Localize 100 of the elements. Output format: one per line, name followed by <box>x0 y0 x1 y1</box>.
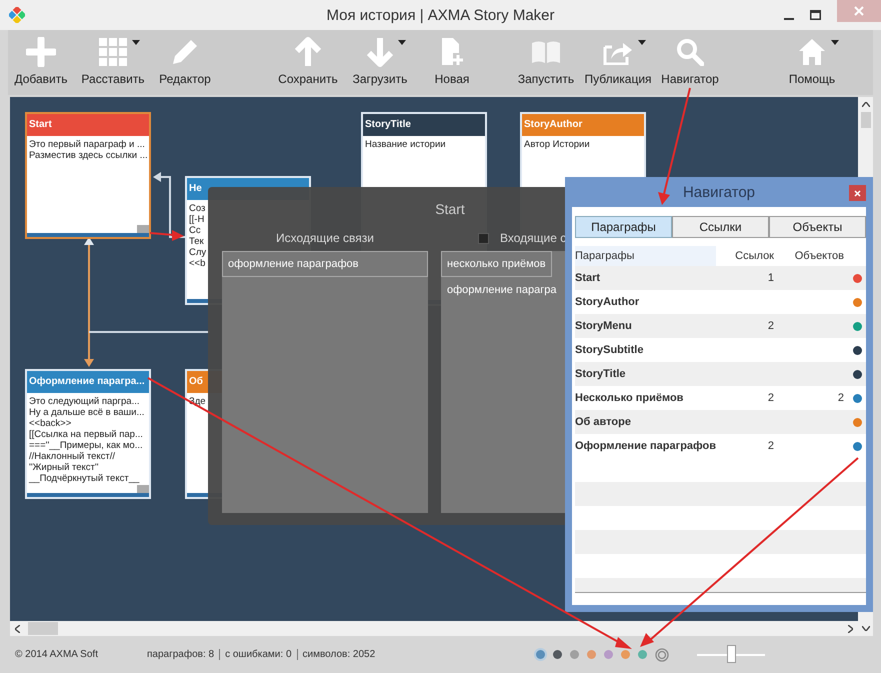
card-text-line: Это первый параграф и ... <box>29 139 145 150</box>
navigator-tab[interactable]: Параграфы <box>575 216 672 238</box>
paragraph-row[interactable]: Несколько приёмов 2 2 <box>575 386 866 410</box>
navigator-title: Навигатор <box>682 184 756 200</box>
grid-icon <box>99 38 127 66</box>
card-text-line: ===''__Примеры, как мо... <box>29 440 143 451</box>
down-arrow-icon <box>367 37 393 67</box>
toolbar-button[interactable]: Помощь <box>776 30 848 95</box>
paragraph-name: StoryMenu <box>575 320 633 332</box>
close-icon <box>854 190 861 196</box>
up-arrow-icon <box>295 37 321 67</box>
color-filter-dot[interactable] <box>587 650 596 659</box>
card-text-line: <<b <box>189 258 206 269</box>
statistics-text: символов: 2052 <box>296 649 380 660</box>
scroll-up-icon[interactable] <box>862 102 870 107</box>
search-icon <box>676 38 704 66</box>
toolbar-button[interactable]: Навигатор <box>654 30 726 95</box>
ring-icon[interactable] <box>655 648 670 662</box>
paragraph-row[interactable]: Оформление параграфов 2 <box>575 434 866 458</box>
toolbar-button[interactable]: Новая <box>416 30 488 95</box>
paragraph-row[interactable]: StoryTitle <box>575 362 866 386</box>
links-count: 1 <box>768 272 774 284</box>
square-icon <box>478 232 489 244</box>
paragraph-row[interactable]: StoryAuthor <box>575 290 866 314</box>
house-icon <box>798 38 826 66</box>
card-text-line: Тек <box>189 236 204 247</box>
paragraph-row[interactable]: Об авторе <box>575 410 866 434</box>
link-list-item[interactable]: оформление параграфов <box>222 251 428 277</box>
link-list-item[interactable]: оформление парагра <box>441 277 562 303</box>
paragraph-name: Несколько приёмов <box>575 392 684 404</box>
card-title: StoryTitle <box>363 114 485 136</box>
toolbar-button[interactable]: Добавить <box>5 30 77 95</box>
book-icon <box>531 40 561 64</box>
resize-handle[interactable] <box>137 485 149 493</box>
statistics-text: параграфов: 8 <box>147 649 216 660</box>
card-title: StoryAuthor <box>522 114 644 136</box>
toolbar-button[interactable]: Расставить <box>77 30 149 95</box>
color-filter-dot[interactable] <box>604 650 614 659</box>
connector <box>153 172 185 238</box>
paragraph-name: StoryAuthor <box>575 296 640 308</box>
new-document-icon <box>440 37 464 67</box>
color-filter-dot[interactable] <box>570 650 580 659</box>
scroll-down-icon[interactable] <box>862 626 870 631</box>
card-text-line: [[Ссылка на первый пар... <box>29 429 143 440</box>
objects-count: 2 <box>838 392 844 404</box>
card-text-line: __Подчёркнутый текст__ <box>29 473 140 484</box>
links-count: 2 <box>768 440 774 452</box>
card-text-line: <<back>> <box>29 418 72 429</box>
card-text-line: Автор Истории <box>524 139 590 150</box>
paragraph-row[interactable]: Start 1 <box>575 266 866 290</box>
paragraph-name: Об авторе <box>575 416 632 428</box>
paragraph-row[interactable]: StoryMenu 2 <box>575 314 866 338</box>
resize-handle[interactable] <box>137 225 149 233</box>
color-filter-dot[interactable] <box>621 650 630 659</box>
column-header[interactable]: Параграфы <box>575 246 716 266</box>
scrollbar-thumb[interactable] <box>28 622 58 635</box>
scroll-right-icon[interactable] <box>848 624 853 632</box>
card-text-line: //Наклонный текст// <box>29 451 116 462</box>
column-header[interactable]: Объектов <box>778 250 848 262</box>
navigator-tab[interactable]: Ссылки <box>672 216 769 238</box>
horizontal-scrollbar[interactable] <box>10 621 858 636</box>
toolbar-button[interactable]: Сохранить <box>272 30 344 95</box>
toolbar-button[interactable]: Публикация <box>582 30 654 95</box>
color-filter-dot[interactable] <box>536 650 546 659</box>
statistics-text: с ошибками: 0 <box>219 649 297 660</box>
column-header[interactable]: Ссылок <box>722 250 778 262</box>
links-count: 2 <box>768 320 774 332</box>
toolbar-button[interactable]: Загрузить <box>344 30 416 95</box>
zoom-slider-thumb[interactable] <box>727 644 736 662</box>
navigator-tab[interactable]: Объекты <box>769 216 866 238</box>
card-text-line: Слу <box>189 247 206 258</box>
card-text-line: Сс <box>189 225 201 236</box>
paragraph-name: StorySubtitle <box>575 344 644 356</box>
pencil-icon <box>171 38 199 66</box>
card-title: Оформление парагра... <box>27 371 149 393</box>
paragraph-name: StoryTitle <box>575 368 627 380</box>
maximize-icon[interactable] <box>810 10 821 20</box>
scroll-left-icon[interactable] <box>15 624 20 632</box>
toolbar-button[interactable]: Запустить <box>510 30 582 95</box>
app-logo-icon <box>9 7 25 23</box>
plus-icon <box>26 37 56 67</box>
card-text-line: ''Жирный текст'' <box>29 462 99 473</box>
scrollbar-thumb[interactable] <box>860 112 870 128</box>
color-filter-dot[interactable] <box>638 650 648 659</box>
copyright-text: © 2014 AXMA Soft <box>15 649 99 660</box>
dialog-title: Start <box>434 200 466 219</box>
toolbar-button[interactable]: Редактор <box>149 30 221 95</box>
card-text-line: [[-Н <box>189 214 204 225</box>
close-button[interactable] <box>849 185 866 201</box>
card-text-line: Разместив здесь ссылки ... <box>29 150 148 161</box>
card-title: Start <box>27 114 149 136</box>
link-list-item[interactable]: несколько приёмов <box>441 251 552 277</box>
window-title: Моя история | AXMA Story Maker <box>326 6 554 24</box>
paragraph-row[interactable]: StorySubtitle <box>575 338 866 362</box>
card-text-line: Ну а дальше всё в ваши... <box>29 407 144 418</box>
outgoing-links-label: Исходящие связи <box>276 231 374 245</box>
paragraph-card[interactable]: Start Это первый параграф и ... Разместив здесь ссылки ... <box>25 112 151 239</box>
color-filter-dot[interactable] <box>553 650 562 659</box>
paragraph-card[interactable]: Оформление парагра... Это следующий паргра... Ну а дальше всё в ваши... <<back>> [[Ссылка на первый пар... ===''__Примеры, как мо... //Наклонный текст// ''Жирный текст'' __Подчёркнутый текст__ <box>25 369 151 499</box>
card-text-line: Название истории <box>365 139 446 150</box>
